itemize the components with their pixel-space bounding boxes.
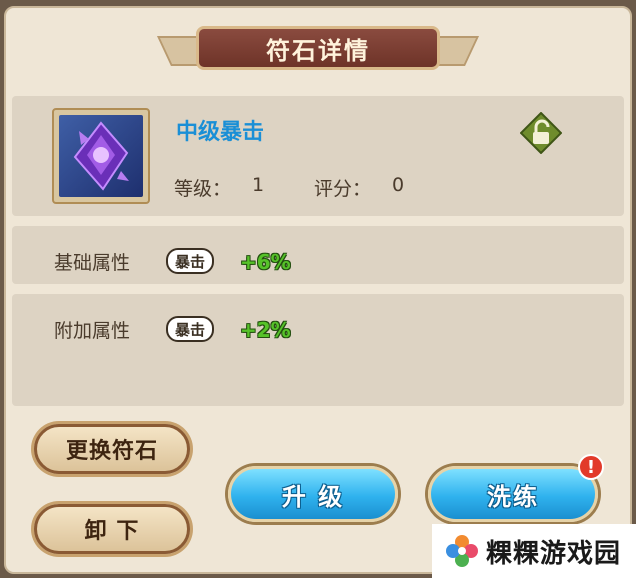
extra-crit-badge: 暴击	[166, 316, 214, 342]
purple-crystal-rune-icon	[59, 115, 143, 197]
score-value: 0	[392, 174, 405, 196]
site-watermark-logo: 粿粿游戏园	[432, 524, 636, 578]
unequip-button[interactable]: 卸 下	[34, 504, 190, 554]
base-attribute-value: +6%	[240, 250, 291, 274]
flower-logo-icon	[446, 535, 478, 567]
dialog-title: 符石详情	[196, 26, 440, 70]
title-banner: 符石详情	[157, 22, 479, 74]
extra-attribute-box	[12, 294, 624, 406]
replace-rune-button[interactable]: 更换符石	[34, 424, 190, 474]
rune-name: 中级暴击	[176, 120, 265, 145]
level-label: 等级：	[174, 178, 232, 200]
extra-attribute-value: +2%	[240, 318, 291, 342]
refine-alert-icon: !	[578, 454, 604, 480]
watermark-text: 粿粿游戏园	[486, 538, 622, 569]
upgrade-button[interactable]: 升 级	[228, 466, 398, 522]
refine-button[interactable]: 洗练	[428, 466, 598, 522]
rune-icon-frame[interactable]	[52, 108, 150, 204]
level-value: 1	[252, 174, 265, 196]
extra-attribute-label: 附加属性	[54, 320, 131, 342]
base-attribute-label: 基础属性	[54, 252, 131, 274]
base-crit-badge: 暴击	[166, 248, 214, 274]
score-label: 评分：	[314, 178, 372, 200]
unlock-icon[interactable]	[519, 111, 563, 155]
